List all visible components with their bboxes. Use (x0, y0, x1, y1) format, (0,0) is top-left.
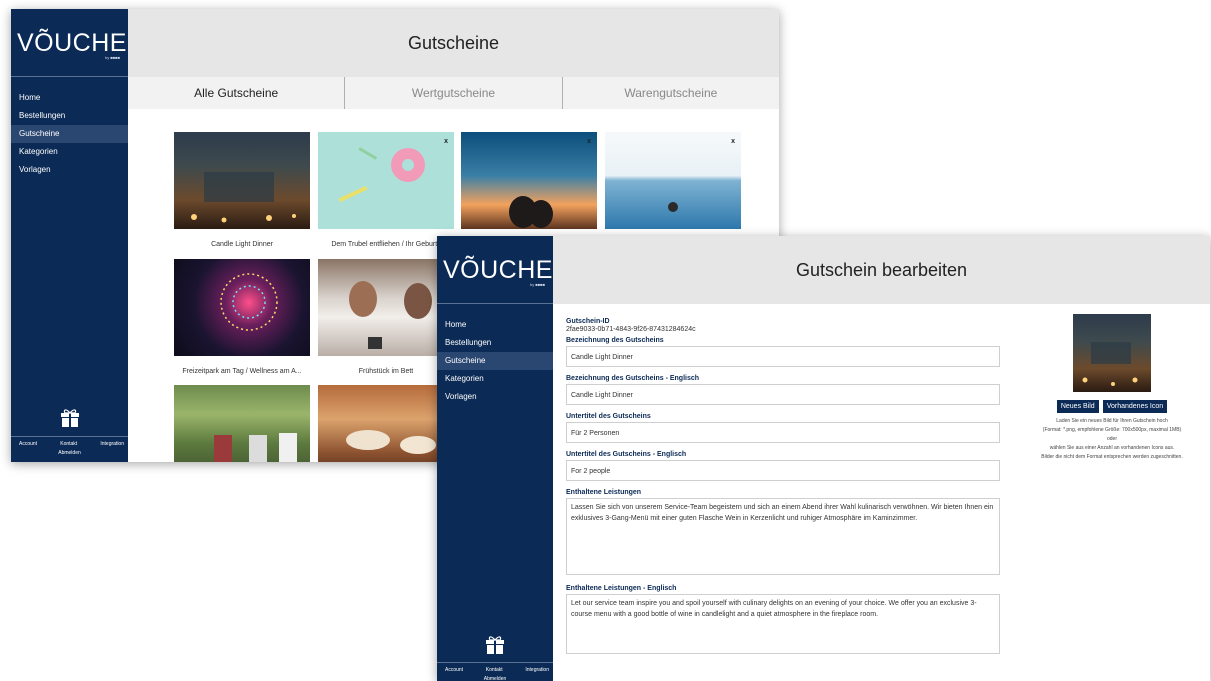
breakfast-scene (349, 281, 432, 349)
logo-sub: by ■■■■ (530, 282, 545, 287)
voucher-image: x (605, 132, 741, 229)
voucher-form: Gutschein-ID 2fae9033-0b71-4843-9f26-874… (566, 314, 1000, 654)
logo[interactable]: VÕUCHER by ■■■■ (437, 236, 571, 304)
contact-link[interactable]: Kontakt (60, 441, 77, 447)
voucher-title: Frühstück im Bett (358, 368, 414, 375)
gift-icon (486, 636, 504, 654)
existing-icon-button[interactable]: Vorhandenes Icon (1102, 400, 1168, 413)
voucher-image (318, 259, 454, 356)
sidebar-item-vouchers[interactable]: Gutscheine (11, 125, 128, 143)
subtitle-en-field[interactable]: For 2 people (566, 460, 1000, 481)
subtitle-en-label: Untertitel des Gutscheins - Englisch (566, 451, 687, 458)
voucher-image: x (318, 132, 454, 229)
account-link[interactable]: Account (19, 441, 37, 447)
contact-link[interactable]: Kontakt (486, 667, 503, 673)
logout-link[interactable]: Abmelden (11, 447, 128, 456)
voucher-card[interactable]: x (605, 132, 741, 241)
voucher-card[interactable]: Freizeitpark am Tag / Wellness am A... (174, 259, 310, 375)
image-hint-line: (Format: *.png, empfohlene Größe: 700x50… (1042, 427, 1182, 433)
sidebar: VÕUCHER by ■■■■ Home Bestellungen Gutsch… (437, 236, 571, 681)
sidebar-item-home[interactable]: Home (11, 89, 128, 107)
image-hint-line: Bilder die nicht dem Format entsprechen … (1041, 454, 1183, 460)
sidebar-footer: Account Kontakt Integration Abmelden (437, 662, 553, 681)
sea-scene (668, 202, 678, 212)
sidebar-nav: Home Bestellungen Gutscheine Kategorien … (11, 89, 128, 179)
voucher-title: Freizeitpark am Tag / Wellness am A... (182, 368, 302, 375)
close-icon[interactable]: x (444, 138, 448, 145)
services-textarea[interactable]: Lassen Sie sich von unserem Service-Team… (566, 498, 1000, 575)
image-panel: Neues Bild Vorhandenes Icon Laden Sie ei… (1027, 314, 1197, 462)
subtitle-field[interactable]: Für 2 Personen (566, 422, 1000, 443)
tab-all-vouchers[interactable]: Alle Gutscheine (128, 77, 345, 109)
sidebar-item-templates[interactable]: Vorlagen (11, 161, 128, 179)
voucher-card[interactable]: x Dem Trubel entfliehen / Ihr Geburts (318, 132, 454, 248)
services-en-textarea[interactable]: Let our service team inspire you and spo… (566, 594, 1000, 654)
logo-text: VÕUCHER (17, 29, 146, 57)
voucher-image (318, 385, 454, 462)
logout-link[interactable]: Abmelden (437, 673, 553, 681)
voucher-image (174, 385, 310, 462)
voucher-card[interactable]: Frühstück im Bett (318, 259, 454, 375)
services-label: Enthaltene Leistungen (566, 489, 642, 496)
voucher-thumbnail (1073, 314, 1151, 392)
voucher-tabs: Alle Gutscheine Wertgutscheine Warenguts… (128, 77, 779, 109)
logo[interactable]: VÕUCHER by ■■■■ (11, 9, 145, 77)
fair-scene (220, 273, 278, 331)
gift-icon (60, 409, 79, 427)
voucher-card[interactable] (318, 385, 454, 462)
services-en-label: Enthaltene Leistungen - Englisch (566, 585, 677, 592)
name-label: Bezeichnung des Gutscheins (566, 337, 664, 344)
voucher-image (174, 259, 310, 356)
sidebar-nav: Home Bestellungen Gutscheine Kategorien … (437, 316, 553, 406)
tab-value-vouchers[interactable]: Wertgutscheine (344, 77, 561, 109)
name-en-field[interactable]: Candle Light Dinner (566, 384, 1000, 405)
edit-voucher-window: VÕUCHER by ■■■■ Home Bestellungen Gutsch… (437, 236, 1210, 681)
sidebar-footer: Account Kontakt Integration Abmelden (11, 436, 128, 462)
page-title: Gutscheine (128, 9, 779, 77)
sidebar-item-orders[interactable]: Bestellungen (437, 334, 553, 352)
integration-link[interactable]: Integration (525, 667, 549, 673)
account-link[interactable]: Account (445, 667, 463, 673)
candle-scene (191, 172, 296, 223)
logo-sub: by ■■■■ (105, 55, 120, 60)
sidebar-item-vouchers[interactable]: Gutscheine (437, 352, 553, 370)
integration-link[interactable]: Integration (100, 441, 124, 447)
voucher-card[interactable] (174, 385, 310, 462)
party-scene (338, 147, 425, 203)
voucher-id-value: 2fae9033-0b71-4843-9f26-87431284624c (566, 326, 696, 333)
image-hint-line: Laden Sie ein neues Bild für Ihren Gutsc… (1056, 418, 1168, 424)
voucher-title: Candle Light Dinner (211, 241, 273, 248)
image-hint: Laden Sie ein neues Bild für Ihren Gutsc… (1027, 417, 1197, 462)
page-title: Gutschein bearbeiten (553, 236, 1210, 304)
sidebar-item-templates[interactable]: Vorlagen (437, 388, 553, 406)
voucher-id-label: Gutschein-ID (566, 318, 610, 325)
close-icon[interactable]: x (587, 138, 591, 145)
new-image-button[interactable]: Neues Bild (1056, 400, 1099, 413)
voucher-image (174, 132, 310, 229)
image-hint-line: oder (1106, 436, 1117, 442)
sidebar: VÕUCHER by ■■■■ Home Bestellungen Gutsch… (11, 9, 145, 462)
name-en-label: Bezeichnung des Gutscheins - Englisch (566, 375, 700, 382)
image-hint-line: wählen Sie aus einer Anzahl an vorhanden… (1049, 445, 1175, 451)
sidebar-item-orders[interactable]: Bestellungen (11, 107, 128, 125)
voucher-image: x (461, 132, 597, 229)
sidebar-item-categories[interactable]: Kategorien (11, 143, 128, 161)
voucher-card[interactable]: Candle Light Dinner (174, 132, 310, 248)
sunset-scene (509, 196, 553, 228)
sidebar-item-home[interactable]: Home (437, 316, 553, 334)
name-field[interactable]: Candle Light Dinner (566, 346, 1000, 367)
sidebar-item-categories[interactable]: Kategorien (437, 370, 553, 388)
subtitle-label: Untertitel des Gutscheins (566, 413, 651, 420)
candle-scene (1082, 342, 1138, 386)
voucher-title: Dem Trubel entfliehen / Ihr Geburts (331, 241, 441, 248)
image-buttons: Neues Bild Vorhandenes Icon (1027, 400, 1197, 413)
voucher-card[interactable]: x (461, 132, 597, 241)
hiking-scene (214, 433, 297, 462)
close-icon[interactable]: x (731, 138, 735, 145)
food-scene (346, 430, 436, 454)
tab-goods-vouchers[interactable]: Warengutscheine (561, 77, 779, 109)
